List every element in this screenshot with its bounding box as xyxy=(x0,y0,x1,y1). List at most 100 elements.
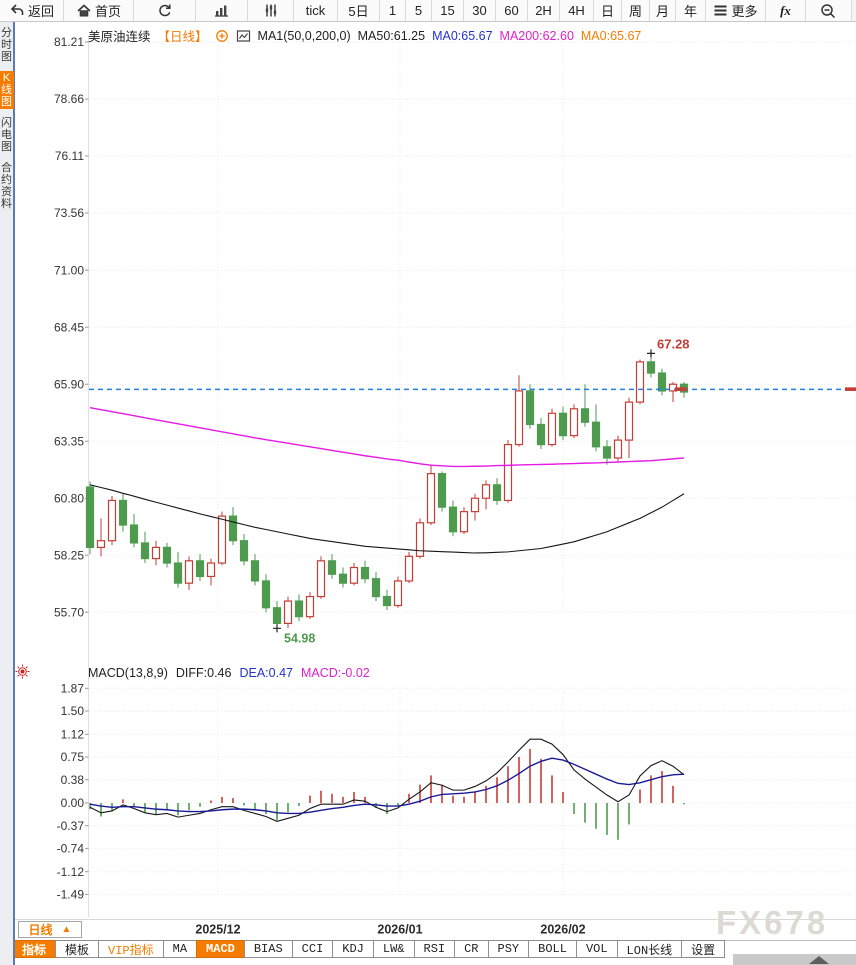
indicator-tab-设置[interactable]: 设置 xyxy=(681,940,725,958)
sidebar-item-3[interactable]: 闪电图 xyxy=(0,116,14,154)
indicator-tab-指标[interactable]: 指标 xyxy=(12,940,56,958)
svg-text:76.11: 76.11 xyxy=(55,149,84,163)
svg-text:81.21: 81.21 xyxy=(54,35,84,49)
indicator-tab-MA[interactable]: MA xyxy=(163,940,197,958)
indicator-tab-模板[interactable]: 模板 xyxy=(55,940,99,958)
ma50-line xyxy=(90,485,684,553)
toolbar-button-zoom-out[interactable] xyxy=(806,0,852,21)
toolbar-button-label: fx xyxy=(780,3,791,19)
toolbar-button-area-chart[interactable] xyxy=(196,0,248,21)
svg-text:78.66: 78.66 xyxy=(54,92,84,106)
toolbar-button-15m[interactable]: 15 xyxy=(432,0,464,21)
svg-text:1.50: 1.50 xyxy=(61,704,85,718)
toolbar-button-year[interactable]: 年 xyxy=(676,0,706,21)
watermark: FX678 xyxy=(716,904,828,942)
toolbar-button-label: 5日 xyxy=(348,1,368,20)
gridlines xyxy=(89,36,853,917)
indicator-tab-CCI[interactable]: CCI xyxy=(292,940,334,958)
macd-diff-value: DIFF:0.46 xyxy=(176,666,232,680)
toolbar-button-60m[interactable]: 60 xyxy=(496,0,528,21)
chart-header: 美原油连续 【日线】 MA1(50,0,200,0) MA50:61.25 MA… xyxy=(88,26,641,45)
toolbar-button-day[interactable]: 日 xyxy=(594,0,622,21)
toolbar-button-refresh[interactable] xyxy=(134,0,196,21)
toolbar-button-candle-chart[interactable] xyxy=(248,0,294,21)
toolbar-button-label: 月 xyxy=(656,1,669,20)
symbol-name: 美原油连续 xyxy=(88,26,151,45)
indicator-tab-CR[interactable]: CR xyxy=(454,940,488,958)
indicator-tab-LON长线[interactable]: LON长线 xyxy=(617,940,683,958)
indicator-tab-bar: 指标模板VIP指标MAMACDBIASCCIKDJLW&RSICRPSYBOLL… xyxy=(13,940,725,958)
indicator-tab-KDJ[interactable]: KDJ xyxy=(332,940,374,958)
indicator-tab-BIAS[interactable]: BIAS xyxy=(244,940,293,958)
left-sidebar: 分时图 K线图闪电图合约资料 xyxy=(0,22,15,965)
toolbar-button-label: 1 xyxy=(389,3,396,18)
svg-text:1.12: 1.12 xyxy=(61,728,85,742)
sidebar-item-2[interactable]: K线图 xyxy=(0,71,14,109)
refresh-icon xyxy=(157,3,173,18)
bottom-scrollbar[interactable] xyxy=(733,954,856,965)
toolbar-button-label: 15 xyxy=(440,3,454,18)
toolbar-button-30m[interactable]: 30 xyxy=(464,0,496,21)
menu-icon xyxy=(713,4,728,17)
svg-text:0.38: 0.38 xyxy=(61,773,85,787)
svg-text:0.75: 0.75 xyxy=(61,750,85,764)
toolbar-button-back[interactable]: 返回 xyxy=(0,0,64,21)
toolbar-button-5m[interactable]: 5 xyxy=(406,0,432,21)
ma0-blue-value: MA0:65.67 xyxy=(432,29,492,43)
price-axis: 81.2178.6676.1173.5671.0068.4565.9063.35… xyxy=(54,35,89,619)
toolbar-button-2h[interactable]: 2H xyxy=(528,0,560,21)
period-selector-label: 日线 xyxy=(29,921,53,938)
circle-plus-icon[interactable] xyxy=(215,29,229,43)
indicator-tab-RSI[interactable]: RSI xyxy=(414,940,456,958)
indicator-tab-VIP指标[interactable]: VIP指标 xyxy=(98,940,164,958)
ma0-orange-value: MA0:65.67 xyxy=(581,29,641,43)
chart-canvas[interactable]: 81.2178.6676.1173.5671.0068.4565.9063.35… xyxy=(0,0,856,965)
back-arrow-icon xyxy=(9,3,25,18)
indicator-tab-MACD[interactable]: MACD xyxy=(196,940,245,958)
sidebar-item-1[interactable]: 分时图 xyxy=(0,26,14,64)
ma-setting-label: MA1(50,0,200,0) xyxy=(258,29,351,43)
ma50-value: MA50:61.25 xyxy=(358,29,425,43)
low-annotation: 54.98 xyxy=(284,631,315,645)
toolbar-button-more[interactable]: 更多 xyxy=(706,0,766,21)
indicator-tab-VOL[interactable]: VOL xyxy=(576,940,618,958)
svg-text:65.90: 65.90 xyxy=(54,377,84,391)
scroll-up-arrow-icon xyxy=(809,956,829,964)
indicator-settings-icon[interactable] xyxy=(15,664,30,684)
svg-text:0.00: 0.00 xyxy=(61,796,85,810)
toolbar-button-month[interactable]: 月 xyxy=(650,0,676,21)
macd-header: MACD(13,8,9) DIFF:0.46 DEA:0.47 MACD:-0.… xyxy=(88,666,370,680)
toolbar-button-fx[interactable]: fx xyxy=(766,0,806,21)
svg-text:-0.37: -0.37 xyxy=(57,819,85,833)
toolbar-button-label: 首页 xyxy=(95,1,121,20)
macd-axis: 1.871.501.120.750.380.00-0.37-0.74-1.12-… xyxy=(57,682,89,902)
toolbar-button-tick[interactable]: tick xyxy=(294,0,338,21)
top-toolbar: 返回 首页 tick 5日 15 15 30 602H 4H 日周月年 更多 fx xyxy=(0,0,856,22)
toolbar-button-1m[interactable]: 1 xyxy=(380,0,406,21)
candlestick-series xyxy=(87,353,688,628)
svg-text:-0.74: -0.74 xyxy=(57,842,85,856)
indicator-tab-PSY[interactable]: PSY xyxy=(488,940,530,958)
sidebar-item-4[interactable]: 合约资料 xyxy=(0,161,14,211)
indicator-tab-BOLL[interactable]: BOLL xyxy=(528,940,577,958)
macd-title: MACD(13,8,9) xyxy=(88,666,168,680)
period-selector[interactable]: 日线 ▲ xyxy=(18,921,82,938)
ma200-value: MA200:62.60 xyxy=(500,29,574,43)
toolbar-button-5d[interactable]: 5日 xyxy=(338,0,380,21)
toolbar-button-label: 30 xyxy=(472,3,486,18)
indicator-tab-LW&[interactable]: LW& xyxy=(373,940,415,958)
home-icon xyxy=(76,3,92,18)
period-tag: 【日线】 xyxy=(158,26,208,45)
last-price-line xyxy=(89,387,856,391)
toolbar-button-home[interactable]: 首页 xyxy=(64,0,134,21)
toolbar-button-4h[interactable]: 4H xyxy=(560,0,594,21)
svg-text:63.35: 63.35 xyxy=(54,434,84,448)
toolbar-button-label: 更多 xyxy=(731,1,757,20)
toolbar-button-label: 周 xyxy=(629,1,642,20)
chart-box-icon[interactable] xyxy=(236,29,251,43)
toolbar-button-label: 日 xyxy=(601,1,614,20)
toolbar-button-label: 4H xyxy=(568,3,585,18)
svg-text:71.00: 71.00 xyxy=(54,263,84,277)
high-annotation: 67.28 xyxy=(657,336,690,351)
toolbar-button-week[interactable]: 周 xyxy=(622,0,650,21)
